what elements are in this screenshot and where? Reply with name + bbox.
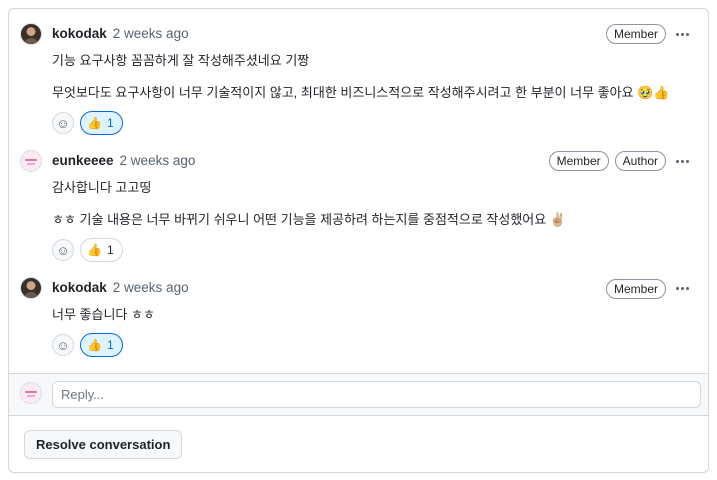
comment-text: 무엇보다도 요구사항이 너무 기술적이지 않고, 최대한 비즈니스적으로 작성해…	[52, 85, 670, 100]
member-label: Member	[605, 279, 666, 299]
comment-text: 감사합니다 고고띵	[52, 180, 152, 195]
comment-author[interactable]: kokodak	[52, 26, 107, 41]
more-options-icon[interactable]	[673, 279, 691, 297]
reaction-count: 1	[106, 243, 114, 257]
comment-text: ㅎㅎ 기술 내용은 너무 바뀌기 쉬우니 어떤 기능을 제공하려 하는지를 중점…	[52, 212, 567, 227]
avatar[interactable]	[20, 150, 42, 172]
thumbs-up-icon: 👍	[87, 338, 102, 352]
avatar	[20, 382, 42, 404]
avatar[interactable]	[20, 23, 42, 45]
avatar[interactable]	[20, 277, 42, 299]
more-options-icon[interactable]	[673, 25, 691, 43]
author-label: Author	[614, 151, 666, 171]
thumbs-up-reaction[interactable]: 👍 1	[80, 238, 123, 262]
comment-author[interactable]: eunkeeee	[52, 153, 114, 168]
thumbs-up-reaction[interactable]: 👍 1	[80, 333, 123, 357]
reply-bar	[9, 373, 708, 416]
smiley-icon[interactable]: ☺	[52, 334, 74, 356]
review-thread: kokodak 2 weeks ago Member 기능 요구사항 꼼꼼하게 …	[8, 8, 709, 473]
member-label: Member	[605, 24, 666, 44]
comment-text: 기능 요구사항 꼼꼼하게 잘 작성해주셨네요 기짱	[52, 53, 310, 68]
comment-timestamp[interactable]: 2 weeks ago	[120, 153, 196, 168]
comment-author[interactable]: kokodak	[52, 280, 107, 295]
comment-timestamp[interactable]: 2 weeks ago	[113, 280, 189, 295]
comment-timestamp[interactable]: 2 weeks ago	[113, 26, 189, 41]
member-label: Member	[548, 151, 609, 171]
smiley-icon[interactable]: ☺	[52, 112, 74, 134]
reply-input[interactable]	[52, 381, 701, 408]
thumbs-up-reaction[interactable]: 👍 1	[80, 111, 123, 135]
thumbs-up-icon: 👍	[87, 116, 102, 130]
more-options-icon[interactable]	[673, 152, 691, 170]
comment-text: 너무 좋습니다 ㅎㅎ	[52, 307, 155, 322]
thumbs-up-icon: 👍	[87, 243, 102, 257]
reaction-count: 1	[106, 116, 114, 130]
resolve-conversation-button[interactable]: Resolve conversation	[24, 430, 183, 459]
smiley-icon[interactable]: ☺	[52, 239, 74, 261]
reaction-count: 1	[106, 338, 114, 352]
